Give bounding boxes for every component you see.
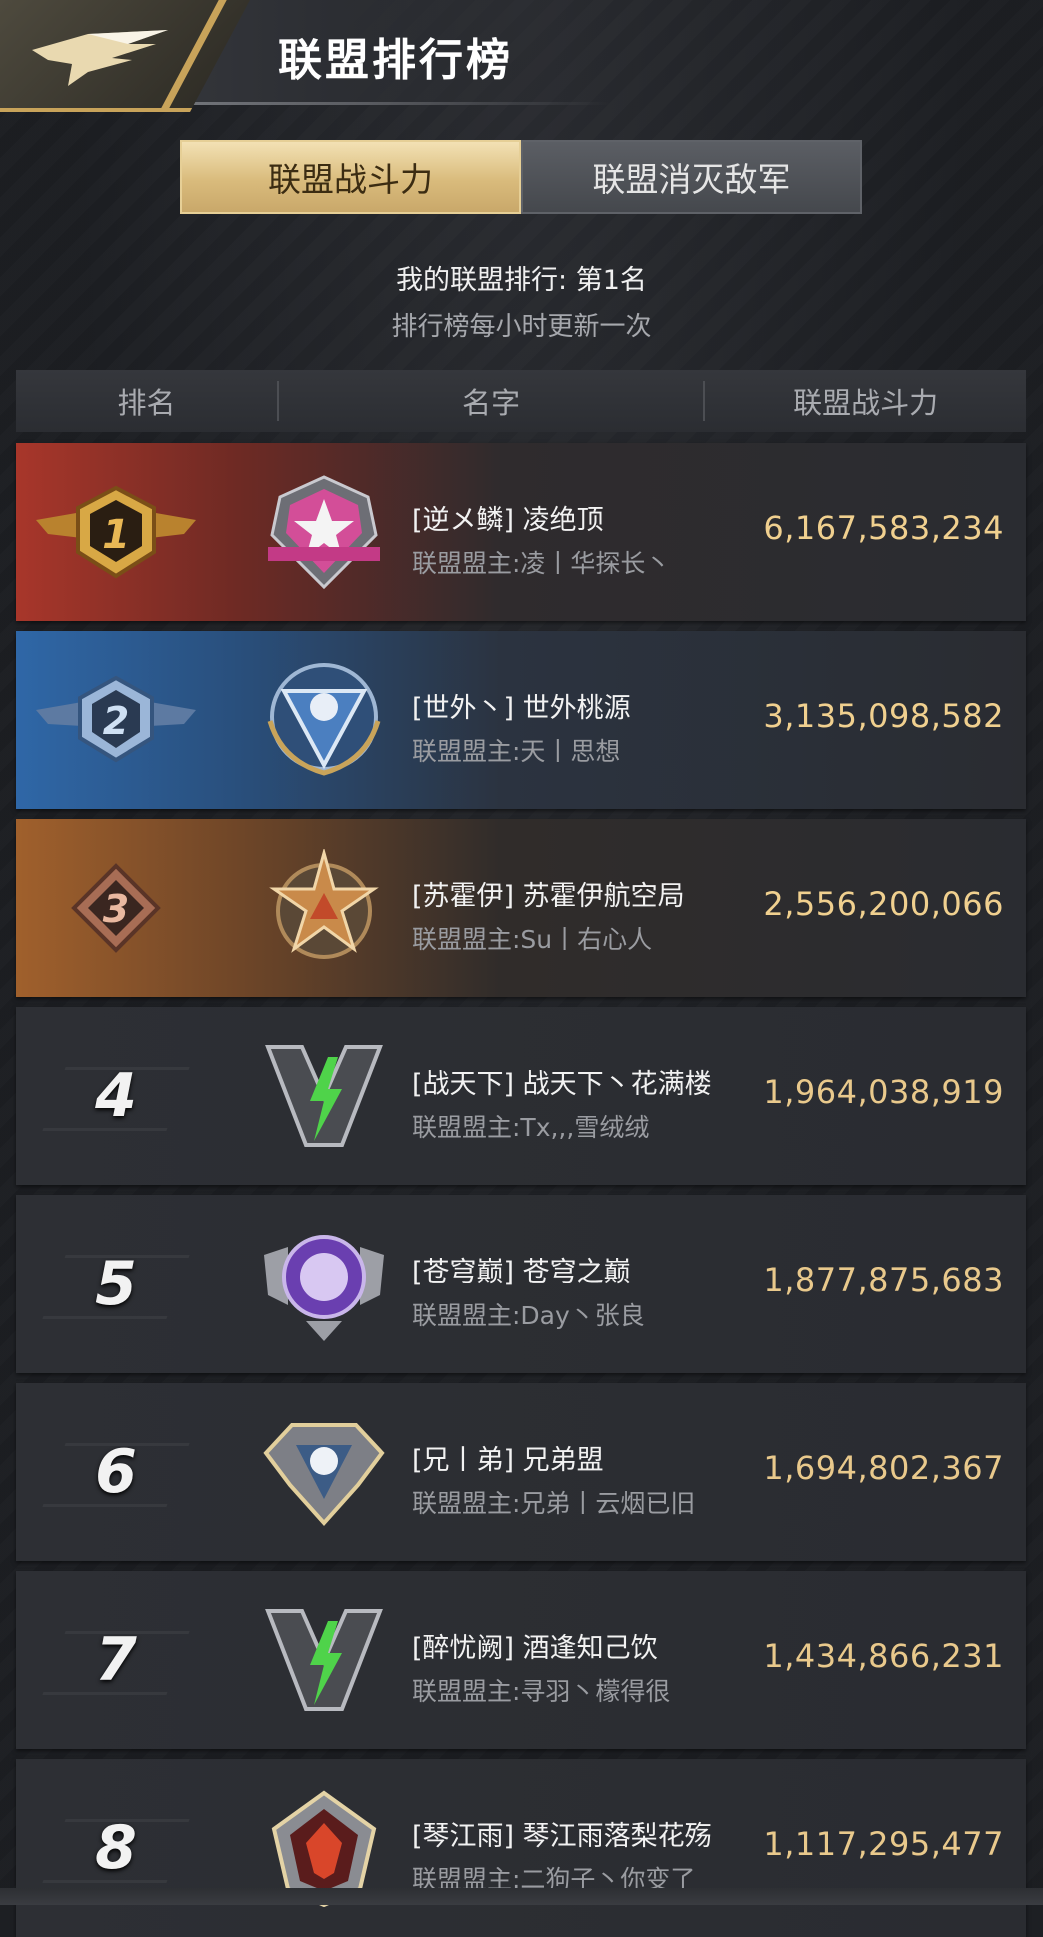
rank-badge: 1 <box>16 443 216 621</box>
alliance-leader: 联盟盟主:凌丨华探长丶 <box>412 549 671 578</box>
tab-alliance-power[interactable]: 联盟战斗力 <box>180 140 521 214</box>
table-row[interactable]: 2 [世外丶] 世外桃源 联盟盟主:天丨思想 3,135,098,582 <box>16 631 1026 809</box>
page-title: 联盟排行榜 <box>278 35 513 86</box>
table-row[interactable]: 3 [苏霍伊] 苏霍伊航空局 联盟盟主:Su丨右心人 2,556,200,066 <box>16 819 1026 997</box>
eagle-wings-icon <box>32 30 168 86</box>
rank-wing-decoration <box>42 1443 190 1507</box>
alliance-power: 1,877,875,683 <box>763 1261 1004 1299</box>
table-row[interactable]: 6 [兄丨弟] 兄弟盟 联盟盟主:兄弟丨云烟已旧 1,694,802,367 <box>16 1383 1026 1561</box>
rank-badge: 7 <box>16 1571 216 1749</box>
bronze-rank-badge-icon: 3 <box>71 863 161 953</box>
table-row[interactable]: 5 [苍穹巅] 苍穹之巅 联盟盟主:Day丶张良 1,877,875,683 <box>16 1195 1026 1373</box>
table-row[interactable]: 4 [战天下] 战天下丶花满楼 联盟盟主:Tx,,,雪绒绒 1,964,038,… <box>16 1007 1026 1185</box>
rank-wing-decoration <box>42 1067 190 1131</box>
alliance-name: [苍穹巅] 苍穹之巅 <box>412 1257 631 1288</box>
alliance-leader: 联盟盟主:Day丶张良 <box>412 1301 645 1330</box>
rank-badge: 8 <box>16 1759 216 1937</box>
alliance-leader: 联盟盟主:Su丨右心人 <box>412 925 653 954</box>
blue-eagle-shield-emblem-icon <box>267 663 381 776</box>
green-lightning-emblem-icon <box>265 1609 383 1711</box>
column-header-power: 联盟战斗力 <box>793 386 939 420</box>
alliance-power: 2,556,200,066 <box>763 885 1004 923</box>
rank-badge: 3 <box>16 819 216 997</box>
tab-alliance-kills[interactable]: 联盟消灭敌军 <box>521 140 862 214</box>
purple-tiger-emblem-icon <box>264 1235 384 1341</box>
alliance-leader: 联盟盟主:Tx,,,雪绒绒 <box>412 1113 650 1142</box>
my-alliance-rank: 我的联盟排行: 第1名 <box>396 265 647 296</box>
alliance-power: 1,117,295,477 <box>763 1825 1004 1863</box>
rank-number: 1 <box>102 512 130 558</box>
alliance-leader: 联盟盟主:天丨思想 <box>412 737 621 766</box>
alliance-power: 3,135,098,582 <box>763 697 1004 735</box>
alliance-name: [琴江雨] 琴江雨落梨花殇 <box>412 1821 712 1852</box>
table-row[interactable]: 8 [琴江雨] 琴江雨落梨花殇 联盟盟主:二狗子丶你变了 1,117,295,4… <box>16 1759 1026 1937</box>
gold-rank-wing-icon: 1 <box>36 485 196 579</box>
rank-number: 2 <box>103 699 129 743</box>
rank-wing-decoration <box>42 1631 190 1695</box>
bronze-star-emblem-icon <box>269 849 379 959</box>
silver-wolf-emblem-icon <box>263 1423 385 1526</box>
alliance-name: [兄丨弟] 兄弟盟 <box>412 1445 604 1476</box>
column-header-name: 名字 <box>462 386 521 420</box>
rank-wing-decoration <box>42 1255 190 1319</box>
alliance-leader: 联盟盟主:寻羽丶檬得很 <box>412 1677 671 1706</box>
alliance-name: [战天下] 战天下丶花满楼 <box>412 1069 712 1100</box>
green-lightning-emblem-icon <box>265 1045 383 1147</box>
rank-badge: 6 <box>16 1383 216 1561</box>
pink-star-emblem-icon <box>268 475 380 590</box>
alliance-power: 1,694,802,367 <box>763 1449 1004 1487</box>
bottom-bar <box>0 1888 1043 1905</box>
column-header-rank: 排名 <box>117 386 176 420</box>
rank-badge: 5 <box>16 1195 216 1373</box>
rank-badge: 4 <box>16 1007 216 1185</box>
alliance-leader: 联盟盟主:兄弟丨云烟已旧 <box>412 1489 696 1518</box>
header: 联盟排行榜 <box>0 0 1043 112</box>
rank-wing-decoration <box>42 1819 190 1883</box>
tab-bar: 联盟战斗力 联盟消灭敌军 <box>180 140 862 214</box>
alliance-power: 1,964,038,919 <box>763 1073 1004 1111</box>
update-note: 排行榜每小时更新一次 <box>391 312 652 342</box>
alliance-name: [世外丶] 世外桃源 <box>412 693 631 724</box>
alliance-name: [醉忧阙] 酒逢知己饮 <box>412 1633 658 1664</box>
table-header: 排名 名字 联盟战斗力 <box>16 370 1026 432</box>
silver-rank-wing-icon: 2 <box>36 675 196 763</box>
table-row[interactable]: 1 [逆メ鳞] 凌绝顶 联盟盟主:凌丨华探长丶 6,167,583,234 <box>16 443 1026 621</box>
table-row[interactable]: 7 [醉忧阙] 酒逢知己饮 联盟盟主:寻羽丶檬得很 1,434,866,231 <box>16 1571 1026 1749</box>
alliance-name: [苏霍伊] 苏霍伊航空局 <box>412 881 685 912</box>
alliance-power: 1,434,866,231 <box>763 1637 1004 1675</box>
rank-badge: 2 <box>16 631 216 809</box>
rank-number: 3 <box>103 887 129 931</box>
alliance-power: 6,167,583,234 <box>763 509 1004 547</box>
alliance-name: [逆メ鳞] 凌绝顶 <box>412 505 604 536</box>
